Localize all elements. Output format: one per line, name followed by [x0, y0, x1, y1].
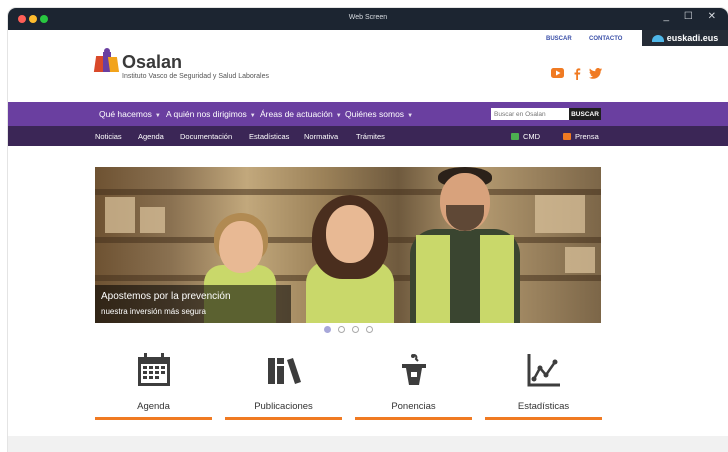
utility-bar: BUSCAR CONTACTO euskadi.eus: [8, 30, 728, 46]
nav-label: Áreas de actuación: [260, 109, 333, 119]
press-label: Prensa: [575, 132, 599, 141]
contact-link[interactable]: CONTACTO: [589, 36, 622, 42]
footer-strip: [8, 436, 728, 452]
nav-item-que-hacemos[interactable]: Qué hacemos ▼: [99, 109, 161, 119]
hero-caption: Apostemos por la prevención nuestra inve…: [95, 285, 291, 323]
cmd-label: CMD: [523, 132, 541, 141]
chevron-down-icon: ▼: [407, 113, 414, 119]
podium-icon: [401, 354, 426, 385]
lock-icon: [511, 133, 519, 140]
hero-person-right: [400, 167, 530, 323]
euskadi-label: euskadi.eus: [666, 33, 719, 43]
tile-underline: [225, 417, 342, 420]
tile-ponencias[interactable]: Ponencias: [355, 346, 472, 420]
search-link[interactable]: BUSCAR: [546, 36, 572, 42]
window-controls[interactable]: _ ☐ ✕: [664, 11, 722, 22]
browser-window: Web Screen _ ☐ ✕ BUSCAR CONTACTO euskadi…: [8, 8, 728, 452]
nav-item-estadisticas[interactable]: Estadísticas: [249, 132, 289, 141]
nav-label: A quién nos dirigimos: [166, 109, 247, 119]
carousel-dot[interactable]: [338, 326, 345, 333]
tile-label: Publicaciones: [254, 401, 313, 412]
hero-person-center: [300, 195, 400, 323]
carousel-dot[interactable]: [324, 326, 331, 333]
hero-headline: Apostemos por la prevención: [101, 291, 231, 302]
brand-tagline: Instituto Vasco de Seguridad y Salud Lab…: [122, 73, 269, 80]
search-input[interactable]: [491, 108, 569, 120]
tile-agenda[interactable]: Agenda: [95, 346, 212, 420]
carousel-dots: [8, 326, 728, 336]
euskadi-logo-icon: [651, 34, 664, 42]
tile-label: Ponencias: [391, 401, 436, 412]
nav-item-documentacion[interactable]: Documentación: [180, 132, 232, 141]
cmd-link[interactable]: CMD: [511, 132, 540, 141]
twitter-icon[interactable]: [589, 68, 602, 82]
tile-publicaciones[interactable]: Publicaciones: [225, 346, 342, 420]
carousel-dot[interactable]: [352, 326, 359, 333]
chevron-down-icon: ▼: [335, 113, 342, 119]
nav-item-agenda[interactable]: Agenda: [138, 132, 164, 141]
title-bar: Web Screen _ ☐ ✕: [8, 8, 728, 30]
nav-item-tramites[interactable]: Trámites: [356, 132, 385, 141]
search-button[interactable]: BUSCAR: [569, 108, 601, 120]
tile-underline: [95, 417, 212, 420]
secondary-nav: Noticias Agenda Documentación Estadístic…: [8, 126, 728, 146]
youtube-icon[interactable]: [551, 68, 564, 81]
nav-item-noticias[interactable]: Noticias: [95, 132, 122, 141]
calendar-icon: [137, 353, 170, 386]
tile-underline: [485, 417, 602, 420]
nav-item-areas[interactable]: Áreas de actuación ▼: [260, 109, 342, 119]
nav-item-quienes-somos[interactable]: Quiénes somos ▼: [345, 109, 413, 119]
window-title: Web Screen: [348, 14, 388, 21]
hero-carousel[interactable]: Apostemos por la prevención nuestra inve…: [95, 167, 601, 323]
books-icon: [267, 358, 301, 384]
hero-subline: nuestra inversión más segura: [101, 307, 206, 316]
tile-label: Agenda: [137, 401, 170, 412]
tile-underline: [355, 417, 472, 420]
osalan-logo-icon[interactable]: [93, 48, 120, 76]
nav-item-a-quien[interactable]: A quién nos dirigimos ▼: [166, 109, 256, 119]
tile-estadisticas[interactable]: Estadísticas: [485, 346, 602, 420]
euskadi-link[interactable]: euskadi.eus: [642, 30, 728, 46]
nav-item-normativa[interactable]: Normativa: [304, 132, 338, 141]
chevron-down-icon: ▼: [154, 113, 161, 119]
press-link[interactable]: Prensa: [563, 132, 599, 141]
nav-label: Quiénes somos: [345, 109, 405, 119]
primary-nav: Qué hacemos ▼ A quién nos dirigimos ▼ Área…: [8, 102, 728, 126]
tile-label: Estadísticas: [517, 401, 570, 412]
facebook-icon[interactable]: [573, 68, 581, 83]
nav-label: Qué hacemos: [99, 109, 152, 119]
newspaper-icon: [563, 133, 571, 140]
chevron-down-icon: ▼: [249, 113, 256, 119]
brand-name[interactable]: Osalan: [122, 52, 182, 73]
carousel-dot[interactable]: [366, 326, 373, 333]
site-header: Osalan Instituto Vasco de Seguridad y Sa…: [8, 46, 728, 102]
chart-icon: [527, 354, 560, 387]
